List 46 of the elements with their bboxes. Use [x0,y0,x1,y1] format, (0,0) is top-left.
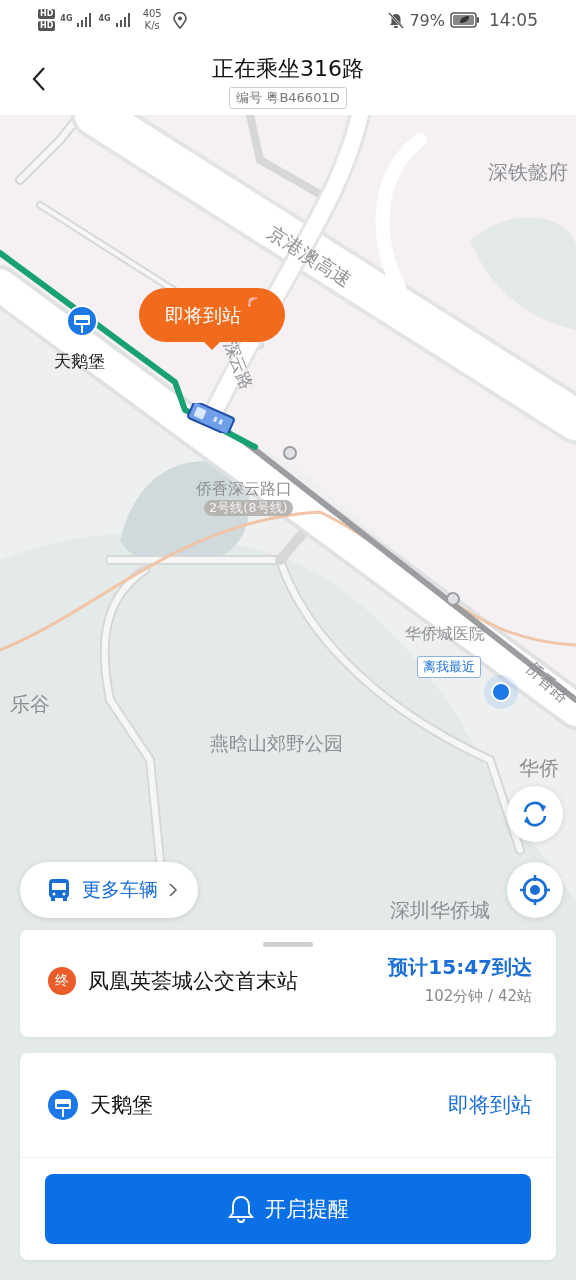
destination-name: 凤凰英荟城公交首末站 [88,968,299,995]
signal-waves-icon [247,296,259,308]
network-label: 4G [60,14,73,23]
place-label: 深铁懿府 [488,160,568,184]
reminder-button[interactable]: 开启提醒 [45,1174,531,1244]
place-label: 华侨 [519,756,559,780]
locate-icon [518,873,552,907]
place-label: 侨香深云路口 [196,479,292,499]
stop-name: 天鹅堡 [90,1092,154,1119]
bus-icon [184,403,238,433]
network-speed: 405 [142,8,162,20]
plate-number: 编号 粤B46601D [229,87,347,109]
place-label: 深圳华侨城 [390,898,490,922]
battery-icon [450,12,480,28]
location-pin-icon [172,11,187,29]
stop-status: 即将到站 [448,1092,532,1119]
nearest-stop-tag: 离我最近 [417,656,481,678]
speed-unit: K/s [144,20,160,32]
road-label: 侨香路 [521,657,574,707]
more-vehicles-button[interactable]: 更多车辆 [20,862,198,918]
place-label: 华侨城医院 [405,624,485,644]
battery-percent: 79% [409,10,445,30]
clock: 14:05 [489,10,538,30]
bus-icon [46,877,72,903]
page-title: 正在乘坐316路 [212,55,364,83]
terminal-badge: 终 [48,967,76,995]
sim-label: HD [38,9,56,19]
place-label: 乐谷 [10,692,50,716]
bell-icon [227,1194,255,1224]
road-label: 深云路 [219,337,258,393]
sim-label: HD [38,21,56,31]
bus-stop-icon [48,1090,78,1120]
trip-detail: 102分钟 / 42站 [424,987,532,1006]
current-location-icon [484,675,518,709]
drag-handle[interactable] [263,942,313,947]
bus-status-label: 即将到站 [165,303,241,327]
signal-icon [115,13,132,27]
stop-label: 天鹅堡 [54,351,105,372]
chevron-right-icon [168,882,178,898]
arrival-estimate: 预计15:47到达 [388,954,532,981]
road-label: 京港澳高速 [263,220,356,292]
network-label: 4G [98,14,111,23]
place-label: 燕晗山郊野公园 [210,732,343,755]
bell-muted-icon [388,11,405,29]
metro-line-label: 2号线(8号线) [204,500,293,516]
signal-icon [77,13,94,27]
